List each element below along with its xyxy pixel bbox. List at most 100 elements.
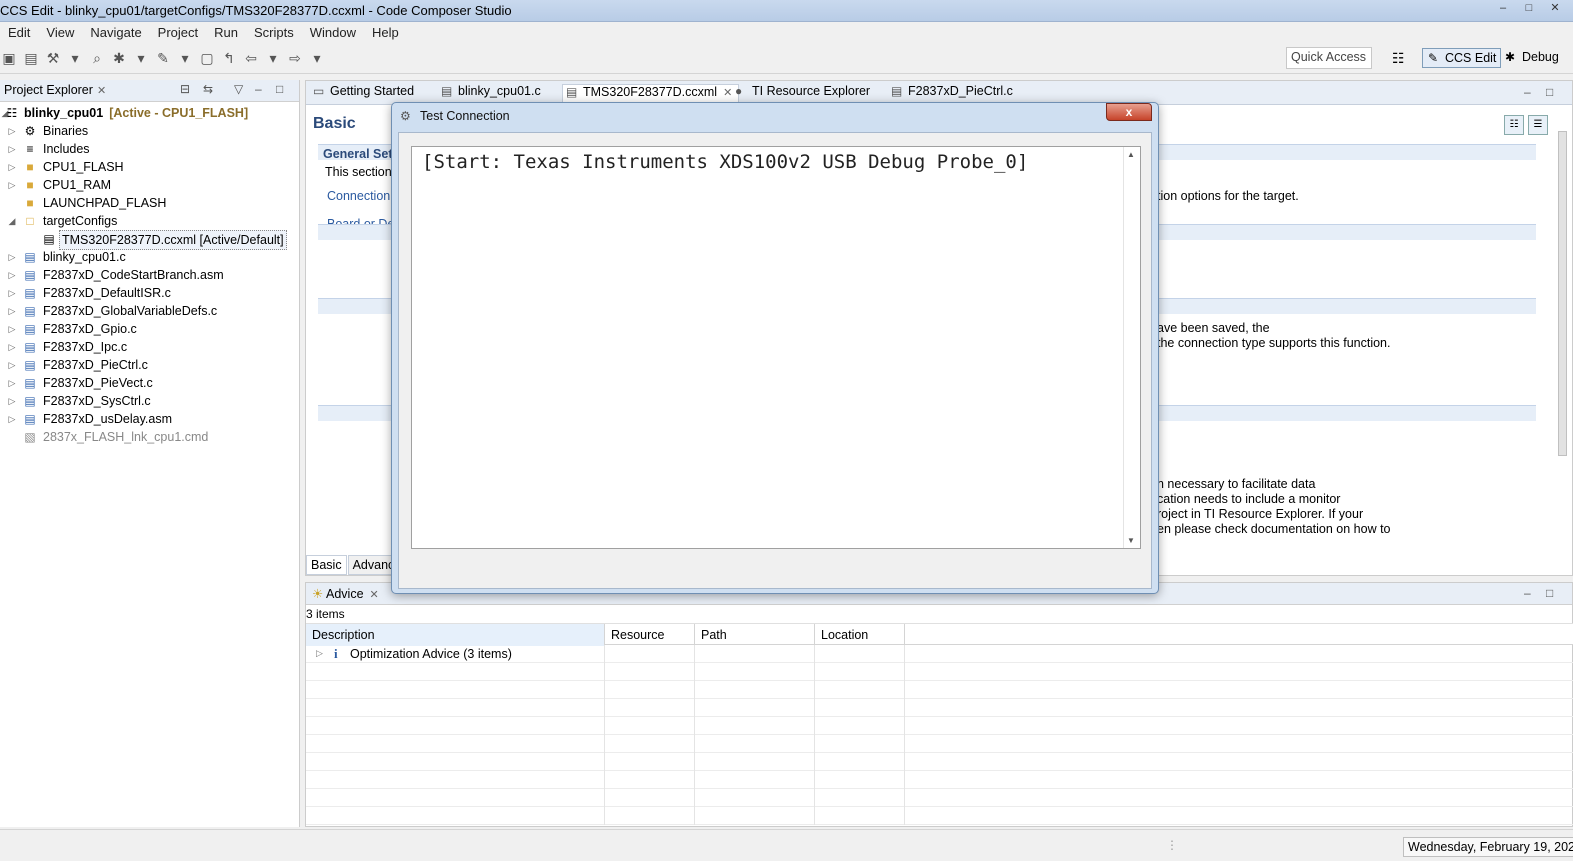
tree-item-cpu1-flash[interactable]: ▷ ■ CPU1_FLASH <box>0 158 299 176</box>
column-resource[interactable]: Resource <box>605 624 695 646</box>
general-setup-label: General Setu <box>323 147 401 161</box>
expand-arrow-icon[interactable]: ▷ <box>7 140 17 158</box>
tab-basic[interactable]: Basic <box>306 555 347 575</box>
scrollbar-thumb[interactable] <box>1558 131 1567 456</box>
tree-item-targetconfigs[interactable]: ◢ □ targetConfigs <box>0 212 299 230</box>
output-scrollbar[interactable]: ▲ ▼ <box>1123 147 1140 548</box>
maximize-icon[interactable]: □ <box>1546 586 1553 600</box>
save-icon[interactable]: ▣ <box>0 49 18 67</box>
expand-arrow-icon[interactable]: ▷ <box>7 356 17 374</box>
expand-arrow-icon[interactable]: ▷ <box>7 338 17 356</box>
tree-item-gpio[interactable]: ▷ ▤ F2837xD_Gpio.c <box>0 320 299 338</box>
dropdown-icon[interactable]: ▾ <box>308 49 326 67</box>
maximize-icon[interactable]: □ <box>1546 85 1553 99</box>
perspective-ccs-edit-button[interactable]: ✎ CCS Edit <box>1422 48 1502 68</box>
menu-navigate[interactable]: Navigate <box>82 25 149 40</box>
link-editor-icon[interactable]: ⇆ <box>203 82 213 96</box>
menu-run[interactable]: Run <box>206 25 246 40</box>
minimize-icon[interactable]: – <box>255 82 262 96</box>
expand-arrow-icon[interactable]: ▷ <box>7 122 17 140</box>
view-menu-icon[interactable]: ▽ <box>234 82 243 96</box>
expand-arrow-icon[interactable]: ▷ <box>316 648 323 659</box>
includes-icon: ≡ <box>26 142 34 156</box>
expand-arrow-icon[interactable]: ▷ <box>7 320 17 338</box>
forward-arrow-icon[interactable]: ⇨ <box>286 49 304 67</box>
expand-arrow-icon[interactable]: ▷ <box>7 392 17 410</box>
menu-edit[interactable]: Edit <box>0 25 38 40</box>
expand-arrow-icon[interactable]: ▷ <box>7 284 17 302</box>
tree-item-blinky-c[interactable]: ▷ ▤ blinky_cpu01.c <box>0 248 299 266</box>
expand-arrow-icon[interactable]: ▷ <box>7 266 17 284</box>
flash-icon[interactable]: ✎ <box>154 49 172 67</box>
maximize-icon[interactable]: □ <box>1517 1 1541 18</box>
layout-horizontal-icon[interactable]: ☷ <box>1504 115 1524 135</box>
dropdown-icon[interactable]: ▾ <box>66 49 84 67</box>
build-hammer-icon[interactable]: ⚒ <box>44 49 62 67</box>
close-icon[interactable]: ✕ <box>1543 1 1567 18</box>
expand-arrow-icon[interactable]: ▷ <box>7 302 17 320</box>
tree-item-sysctrl[interactable]: ▷ ▤ F2837xD_SysCtrl.c <box>0 392 299 410</box>
menu-view[interactable]: View <box>38 25 82 40</box>
table-row <box>306 771 1573 789</box>
debug-bug-icon[interactable]: ✱ <box>110 49 128 67</box>
expand-arrow-icon[interactable]: ▷ <box>7 374 17 392</box>
tree-item-cpu1-ram[interactable]: ▷ ■ CPU1_RAM <box>0 176 299 194</box>
tree-item-launchpad-flash[interactable]: ■ LAUNCHPAD_FLASH <box>0 194 299 212</box>
menu-help[interactable]: Help <box>364 25 407 40</box>
table-row[interactable]: ▷ i Optimization Advice (3 items) <box>306 645 1573 663</box>
maximize-icon[interactable]: □ <box>276 82 283 96</box>
open-perspective-icon[interactable]: ☷ <box>1392 50 1405 67</box>
table-cell <box>695 645 815 663</box>
dropdown-icon[interactable]: ▾ <box>132 49 150 67</box>
minimize-icon[interactable]: – <box>1524 586 1531 600</box>
menu-scripts[interactable]: Scripts <box>246 25 302 40</box>
save-all-icon[interactable]: ▤ <box>22 49 40 67</box>
expand-arrow-icon[interactable]: ▷ <box>7 158 17 176</box>
layout-vertical-icon[interactable]: ☰ <box>1528 115 1548 135</box>
tree-item-binaries[interactable]: ▷ ⚙ Binaries <box>0 122 299 140</box>
scroll-down-icon[interactable]: ▼ <box>1127 536 1135 545</box>
expand-arrow-icon[interactable]: ▷ <box>7 410 17 428</box>
collapse-all-icon[interactable]: ⊟ <box>180 82 190 96</box>
tab-project-explorer[interactable]: Project Explorer ✕ <box>4 83 106 97</box>
dropdown-icon[interactable]: ▾ <box>264 49 282 67</box>
expand-arrow-icon[interactable]: ▷ <box>7 176 17 194</box>
tree-item-usdelay[interactable]: ▷ ▤ F2837xD_usDelay.asm <box>0 410 299 428</box>
tree-item-ccxml[interactable]: ▤ TMS320F28377D.ccxml [Active/Default] <box>0 230 299 250</box>
page-icon: ▭ <box>313 84 325 98</box>
close-icon[interactable]: ✕ <box>97 85 106 97</box>
minimize-icon[interactable]: – <box>1491 1 1515 18</box>
dialog-close-button[interactable]: x <box>1106 103 1152 121</box>
tree-item-piectrl[interactable]: ▷ ▤ F2837xD_PieCtrl.c <box>0 356 299 374</box>
tree-item-ipc[interactable]: ▷ ▤ F2837xD_Ipc.c <box>0 338 299 356</box>
quick-access-input[interactable]: Quick Access <box>1286 47 1372 69</box>
perspective-debug-button[interactable]: ✱ Debug <box>1500 48 1563 68</box>
column-location[interactable]: Location <box>815 624 905 646</box>
tree-item-defaultisr[interactable]: ▷ ▤ F2837xD_DefaultISR.c <box>0 284 299 302</box>
tree-item-globalvariabledefs[interactable]: ▷ ▤ F2837xD_GlobalVariableDefs.c <box>0 302 299 320</box>
collapse-arrow-icon[interactable]: ◢ <box>7 212 17 230</box>
description-text: n necessary to facilitate data <box>1157 477 1316 491</box>
editor-scrollbar[interactable] <box>1556 113 1570 553</box>
scroll-up-icon[interactable]: ▲ <box>1127 150 1135 159</box>
close-icon[interactable]: ✕ <box>370 589 379 601</box>
tree-item-pievect[interactable]: ▷ ▤ F2837xD_PieVect.c <box>0 374 299 392</box>
tab-advice[interactable]: ☀ Advice ✕ <box>312 586 379 601</box>
column-path[interactable]: Path <box>695 624 815 646</box>
back-arrow-icon[interactable]: ⇦ <box>242 49 260 67</box>
tree-project-root[interactable]: ◢ ☷ blinky_cpu01 [Active - CPU1_FLASH] <box>0 104 299 122</box>
connection-output-text[interactable]: [Start: Texas Instruments XDS100v2 USB D… <box>411 146 1141 549</box>
expand-arrow-icon[interactable]: ▷ <box>7 248 17 266</box>
column-description[interactable]: Description <box>306 624 605 646</box>
close-icon[interactable]: ✕ <box>723 87 732 99</box>
console-icon[interactable]: ▢ <box>198 49 216 67</box>
minimize-icon[interactable]: – <box>1524 85 1531 99</box>
menu-project[interactable]: Project <box>150 25 206 40</box>
last-edit-icon[interactable]: ↰ <box>220 49 238 67</box>
tree-item-includes[interactable]: ▷ ≡ Includes <box>0 140 299 158</box>
dropdown-icon[interactable]: ▾ <box>176 49 194 67</box>
search-icon[interactable]: ⌕ <box>88 49 106 67</box>
menu-window[interactable]: Window <box>302 25 364 40</box>
tree-item-codestartbranch[interactable]: ▷ ▤ F2837xD_CodeStartBranch.asm <box>0 266 299 284</box>
tree-item-linker-cmd[interactable]: ▧ 2837x_FLASH_lnk_cpu1.cmd <box>0 428 299 446</box>
